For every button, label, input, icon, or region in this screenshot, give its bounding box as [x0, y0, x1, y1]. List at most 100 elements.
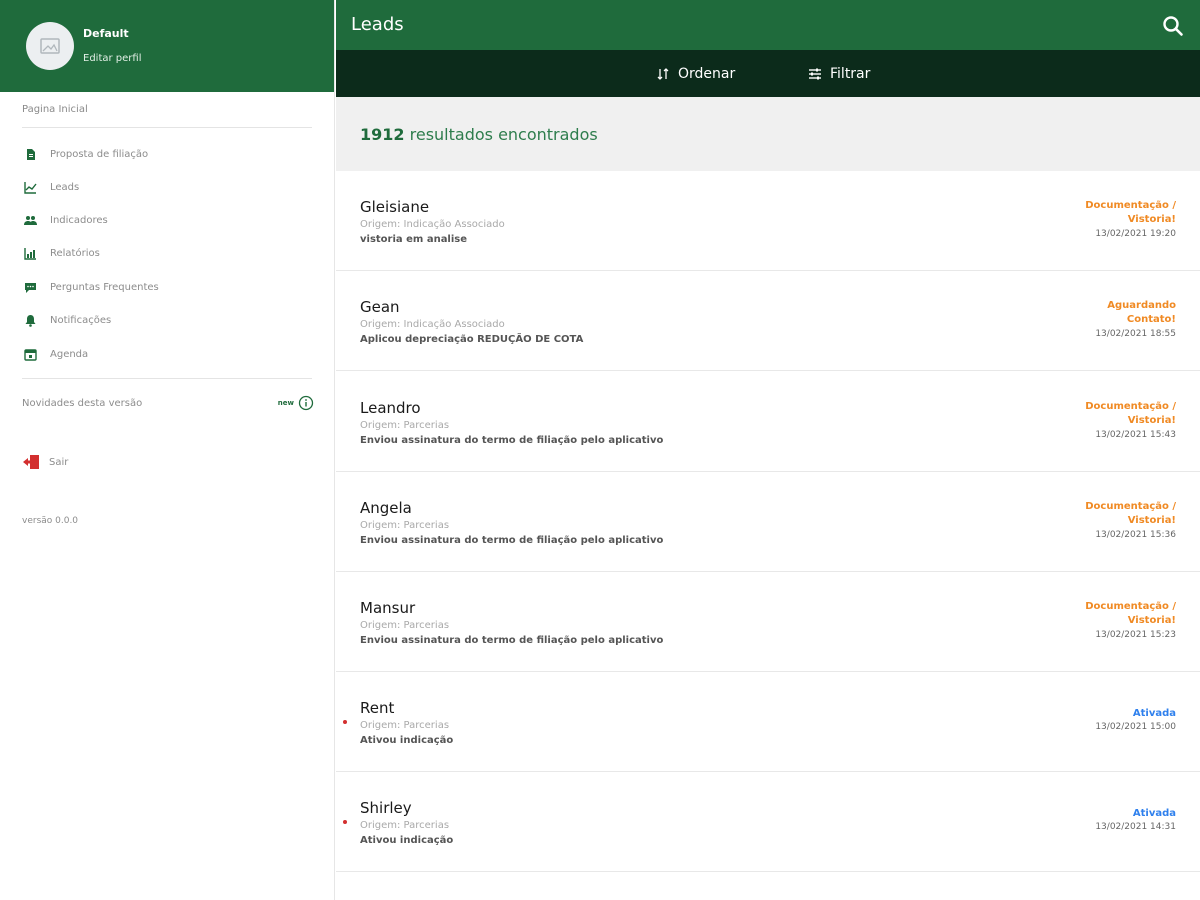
sidebar-item-label: Perguntas Frequentes: [50, 281, 159, 293]
lead-date: 13/02/2021 15:23: [1095, 630, 1176, 640]
status-badge: Documentação / Vistoria!: [1016, 600, 1176, 628]
results-text: 1912 resultados encontrados: [360, 125, 598, 144]
divider: [22, 378, 312, 379]
sidebar-item-news[interactable]: Novidades desta versão new: [22, 394, 314, 412]
status-line: Ativada: [1132, 708, 1176, 719]
lead-note: Ativou indicação: [360, 835, 454, 846]
lead-row[interactable]: Mansur Origem: Parcerias Enviou assinatu…: [336, 572, 1200, 672]
status-badge: Documentação / Vistoria!: [1016, 400, 1176, 428]
unread-indicator: [343, 720, 347, 724]
status-line: Vistoria!: [1127, 214, 1176, 225]
sidebar-item-label: Agenda: [50, 348, 89, 360]
sidebar-item-notificacoes[interactable]: Notificações: [22, 310, 312, 330]
lead-note: Enviou assinatura do termo de filiação p…: [360, 535, 664, 546]
results-summary: 1912 resultados encontrados: [336, 97, 1200, 171]
sidebar-item-label: Leads: [50, 181, 80, 193]
status-badge: Ativada: [1016, 707, 1176, 721]
status-line: Documentação /: [1085, 401, 1176, 412]
sidebar-item-home[interactable]: Pagina Inicial: [22, 104, 88, 115]
main-content: Leads Ordenar Filtrar 1912 resultados en…: [336, 0, 1200, 900]
unread-indicator: [343, 820, 347, 824]
calendar-icon: [22, 346, 38, 362]
lead-origin: Origem: Parcerias: [360, 820, 450, 831]
document-icon: [22, 146, 38, 162]
status-line: Vistoria!: [1127, 415, 1176, 426]
lead-row[interactable]: Leandro Origem: Parcerias Enviou assinat…: [336, 372, 1200, 472]
lead-note: Ativou indicação: [360, 735, 454, 746]
status-badge: Aguardando Contato!: [1016, 299, 1176, 327]
lead-note: Enviou assinatura do termo de filiação p…: [360, 635, 664, 646]
lead-name: Rent: [360, 699, 395, 717]
chat-icon: [22, 279, 38, 295]
avatar[interactable]: [26, 22, 74, 70]
lead-date: 13/02/2021 15:36: [1095, 530, 1176, 540]
lead-origin: Origem: Parcerias: [360, 620, 450, 631]
lead-name: Angela: [360, 499, 412, 517]
lead-note: vistoria em analise: [360, 234, 468, 245]
status-badge: Documentação / Vistoria!: [1016, 199, 1176, 227]
new-badge: new: [277, 399, 294, 407]
sidebar-item-proposta[interactable]: Proposta de filiação: [22, 144, 312, 164]
filter-sliders-icon: [809, 68, 821, 79]
order-button[interactable]: Ordenar: [656, 50, 735, 97]
status-line: Ativada: [1132, 808, 1176, 819]
search-icon[interactable]: [1162, 15, 1184, 37]
filter-label: Filtrar: [830, 65, 871, 82]
lead-origin: Origem: Parcerias: [360, 720, 450, 731]
lead-origin: Origem: Parcerias: [360, 520, 450, 531]
sidebar-item-agenda[interactable]: Agenda: [22, 344, 312, 364]
status-line: Contato!: [1126, 314, 1176, 325]
image-placeholder-icon: [40, 38, 60, 54]
profile-header: Default Editar perfil: [0, 0, 334, 92]
lead-row[interactable]: Rent Origem: Parcerias Ativou indicação …: [336, 672, 1200, 772]
lead-row[interactable]: Gean Origem: Indicação Associado Aplicou…: [336, 271, 1200, 371]
sidebar-item-label: Proposta de filiação: [50, 148, 149, 160]
status-badge: Documentação / Vistoria!: [1016, 500, 1176, 528]
lead-name: Gean: [360, 298, 400, 316]
status-line: Documentação /: [1085, 601, 1176, 612]
lead-origin: Origem: Parcerias: [360, 420, 450, 431]
chart-lines-icon: [22, 179, 38, 195]
lead-note: Enviou assinatura do termo de filiação p…: [360, 435, 664, 446]
lead-origin: Origem: Indicação Associado: [360, 219, 505, 230]
bar-chart-icon: [22, 245, 38, 261]
sidebar-item-relatorios[interactable]: Relatórios: [22, 243, 312, 263]
people-icon: [22, 212, 38, 228]
order-label: Ordenar: [678, 65, 736, 82]
lead-note: Aplicou depreciação REDUÇÃO DE COTA: [360, 334, 584, 345]
logout-icon: [23, 455, 39, 469]
sidebar-item-indicadores[interactable]: Indicadores: [22, 210, 312, 230]
status-line: Aguardando: [1107, 300, 1176, 311]
filter-button[interactable]: Filtrar: [808, 50, 870, 97]
info-icon: [298, 395, 314, 411]
sidebar-item-label: Indicadores: [50, 214, 108, 226]
lead-row[interactable]: Gleisiane Origem: Indicação Associado vi…: [336, 171, 1200, 271]
bell-icon: [22, 312, 38, 328]
action-bar: Ordenar Filtrar: [336, 50, 1200, 97]
lead-row[interactable]: Angela Origem: Parcerias Enviou assinatu…: [336, 472, 1200, 572]
lead-date: 13/02/2021 15:00: [1095, 722, 1176, 732]
divider: [22, 127, 312, 128]
lead-name: Shirley: [360, 799, 412, 817]
lead-name: Mansur: [360, 599, 416, 617]
lead-origin: Origem: Indicação Associado: [360, 319, 505, 330]
status-line: Documentação /: [1085, 501, 1176, 512]
sort-icon: [657, 67, 669, 80]
lead-name: Leandro: [360, 399, 421, 417]
status-badge: Ativada: [1016, 807, 1176, 821]
logout-button[interactable]: Sair: [22, 454, 68, 470]
top-app-bar: Leads: [336, 0, 1200, 50]
results-count: 1912: [360, 125, 405, 144]
sidebar-item-perguntas[interactable]: Perguntas Frequentes: [22, 277, 312, 297]
page-title: Leads: [351, 14, 404, 35]
app-root: Default Editar perfil Pagina Inicial Pro…: [0, 0, 1200, 900]
lead-name: Gleisiane: [360, 198, 430, 216]
sidebar: Default Editar perfil Pagina Inicial Pro…: [0, 0, 335, 900]
sidebar-item-leads[interactable]: Leads: [22, 177, 312, 197]
version-label: versão 0.0.0: [22, 516, 79, 526]
edit-profile-link[interactable]: Editar perfil: [83, 53, 141, 64]
logout-label: Sair: [49, 456, 69, 468]
lead-row[interactable]: Shirley Origem: Parcerias Ativou indicaç…: [336, 772, 1200, 872]
sidebar-item-label: Notificações: [50, 314, 112, 326]
profile-name: Default: [83, 27, 129, 40]
